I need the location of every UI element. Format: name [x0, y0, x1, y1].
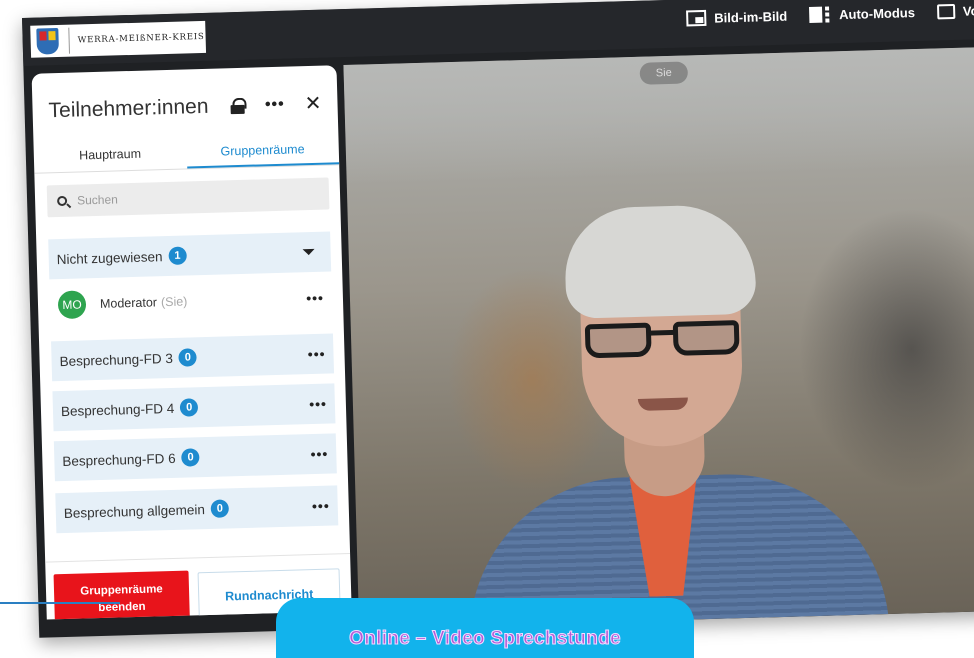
speaker-hair — [563, 203, 757, 319]
breakout-room-fd6[interactable]: Besprechung-FD 6 0 ••• — [53, 433, 337, 482]
decorative-line — [0, 602, 120, 604]
unassigned-label-wrap: Nicht zugewiesen 1 — [56, 243, 302, 268]
picture-in-picture-label: Bild-im-Bild — [714, 8, 788, 26]
fullscreen-button[interactable]: Vol — [936, 2, 974, 19]
participant-more-icon[interactable]: ••• — [306, 290, 324, 306]
auto-mode-button[interactable]: Auto-Modus — [808, 4, 916, 24]
lock-icon[interactable] — [231, 98, 245, 114]
room-count-badge: 0 — [210, 499, 230, 518]
search-icon — [56, 195, 68, 207]
participant-row: MO Moderator (Sie) ••• — [50, 279, 333, 323]
speaker-glasses — [584, 320, 740, 359]
search-box — [46, 177, 330, 218]
auto-layout-icon — [808, 6, 831, 24]
room-more-icon[interactable]: ••• — [310, 446, 328, 462]
breakout-room-general[interactable]: Besprechung allgemein 0 ••• — [55, 485, 339, 534]
room-label-wrap: Besprechung allgemein 0 — [64, 497, 313, 522]
speaker-video — [427, 169, 920, 629]
room-label: Besprechung-FD 6 — [62, 450, 176, 469]
participants-panel: Teilnehmer:innen ••• ✕ Hauptraum Gruppen… — [31, 65, 352, 620]
participant-self-suffix: (Sie) — [160, 294, 188, 310]
unassigned-count-badge: 1 — [168, 246, 187, 265]
unassigned-group[interactable]: Nicht zugewiesen 1 — [48, 231, 332, 280]
self-view-tag: Sie — [639, 61, 689, 85]
room-label-wrap: Besprechung-FD 6 0 — [62, 445, 311, 470]
room-count-badge: 0 — [181, 448, 200, 467]
close-icon[interactable]: ✕ — [304, 93, 321, 115]
picture-in-picture-icon — [686, 9, 707, 27]
app-window: WERRA-MEIßNER-KREIS Bild-im-Bild Auto-Mo… — [22, 0, 974, 638]
video-stage: Sie — [343, 46, 974, 629]
room-label-wrap: Besprechung-FD 3 0 — [59, 345, 308, 370]
search-input[interactable] — [76, 187, 278, 208]
banner-text: Online – Video Sprechstunde — [349, 628, 621, 650]
panel-title: Teilnehmer:innen — [48, 94, 209, 123]
more-options-icon[interactable]: ••• — [265, 96, 285, 115]
auto-mode-label: Auto-Modus — [838, 4, 916, 22]
tab-breakout-rooms[interactable]: Gruppenräume — [186, 139, 340, 169]
logo-text: WERRA-MEIßNER-KREIS — [77, 31, 205, 46]
breakout-room-fd3[interactable]: Besprechung-FD 3 0 ••• — [51, 333, 335, 382]
room-more-icon[interactable]: ••• — [312, 498, 330, 514]
logo-divider — [68, 27, 71, 54]
unassigned-label: Nicht zugewiesen — [56, 248, 163, 267]
district-logo: WERRA-MEIßNER-KREIS — [30, 20, 207, 58]
participant-name-wrap: Moderator (Sie) — [99, 291, 307, 311]
room-count-badge: 0 — [178, 348, 198, 367]
panel-tabs: Hauptraum Gruppenräume — [33, 139, 340, 174]
picture-in-picture-button[interactable]: Bild-im-Bild — [686, 8, 787, 27]
room-label: Besprechung allgemein — [63, 501, 206, 521]
title-banner: Online – Video Sprechstunde — [276, 598, 694, 658]
room-count-badge: 0 — [180, 398, 199, 417]
chevron-down-icon[interactable] — [302, 248, 315, 256]
fullscreen-label: Vol — [962, 2, 974, 19]
room-label: Besprechung-FD 4 — [60, 400, 175, 419]
room-more-icon[interactable]: ••• — [308, 346, 326, 362]
end-breakout-rooms-button[interactable]: Gruppenräume beenden — [53, 570, 191, 620]
panel-header: Teilnehmer:innen ••• ✕ — [48, 92, 322, 124]
room-more-icon[interactable]: ••• — [309, 396, 327, 412]
top-actions: Bild-im-Bild Auto-Modus Vol — [686, 2, 974, 27]
room-label: Besprechung-FD 3 — [59, 350, 174, 369]
breakout-room-fd4[interactable]: Besprechung-FD 4 0 ••• — [52, 383, 336, 432]
avatar: MO — [57, 290, 87, 320]
coat-of-arms-icon — [36, 27, 60, 55]
room-label-wrap: Besprechung-FD 4 0 — [61, 395, 310, 420]
fullscreen-icon — [936, 3, 956, 19]
tab-main-room[interactable]: Hauptraum — [34, 143, 187, 172]
participant-name: Moderator — [99, 295, 158, 311]
